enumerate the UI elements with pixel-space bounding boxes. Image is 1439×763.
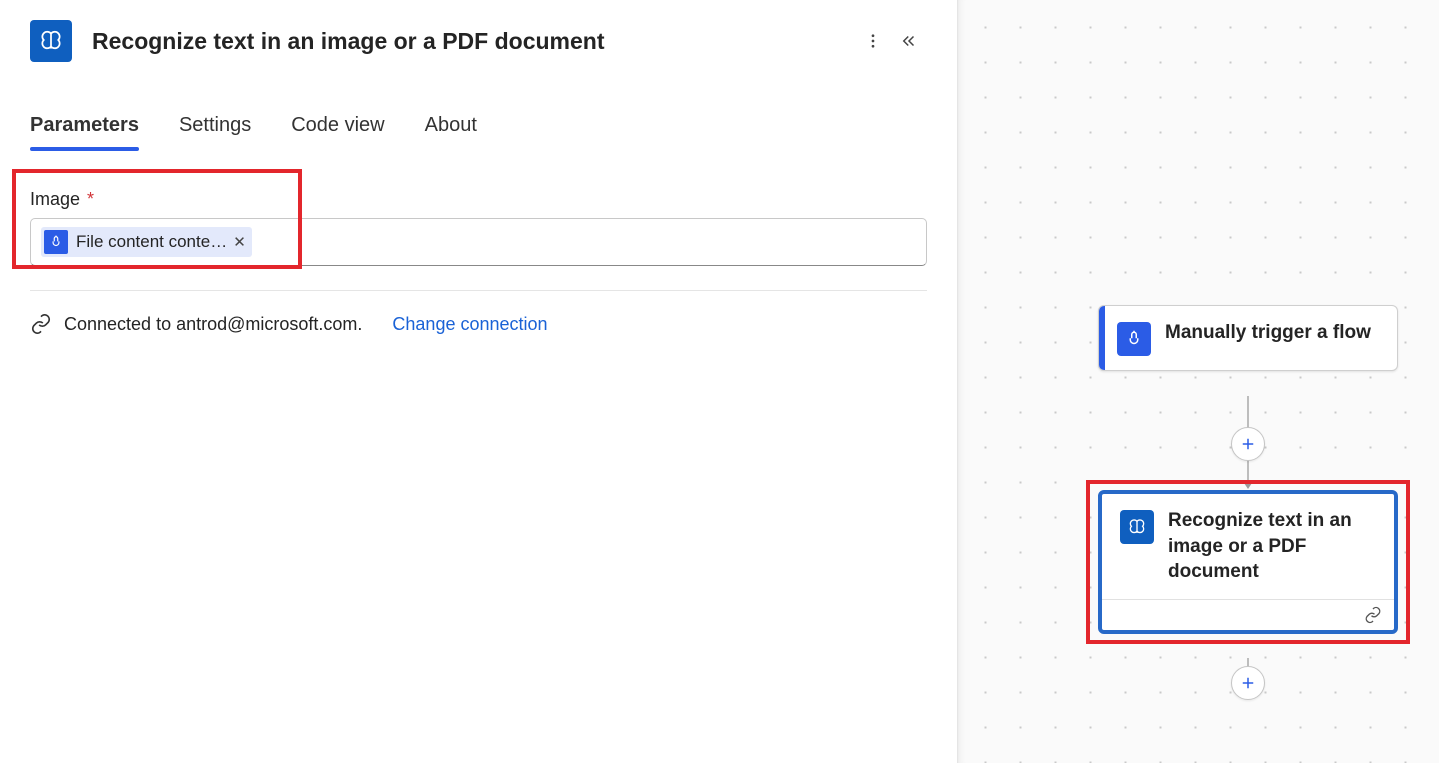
more-options-button[interactable] bbox=[855, 23, 891, 59]
add-step-button[interactable] bbox=[1231, 666, 1265, 700]
link-icon bbox=[30, 313, 52, 335]
change-connection-link[interactable]: Change connection bbox=[392, 314, 547, 335]
node-action[interactable]: Recognize text in an image or a PDF docu… bbox=[1098, 490, 1398, 634]
tab-settings[interactable]: Settings bbox=[179, 114, 251, 149]
token-remove-button[interactable]: ✕ bbox=[233, 233, 246, 251]
ai-builder-icon bbox=[1120, 510, 1154, 544]
touch-icon bbox=[1117, 322, 1151, 356]
plus-icon bbox=[1239, 435, 1257, 453]
action-config-panel: Recognize text in an image or a PDF docu… bbox=[0, 0, 958, 763]
panel-title: Recognize text in an image or a PDF docu… bbox=[92, 28, 855, 55]
flow-canvas[interactable]: Manually trigger a flow bbox=[958, 0, 1439, 763]
image-field-label: Image * bbox=[30, 189, 927, 210]
tab-about[interactable]: About bbox=[425, 114, 477, 149]
more-vertical-icon bbox=[864, 32, 882, 50]
node-action-label: Recognize text in an image or a PDF docu… bbox=[1168, 508, 1380, 585]
plus-icon bbox=[1239, 674, 1257, 692]
image-field-block: Image * File content conte… ✕ bbox=[30, 189, 927, 266]
arrowhead-icon bbox=[1242, 480, 1254, 489]
image-input[interactable]: File content conte… ✕ bbox=[30, 218, 927, 266]
panel-header: Recognize text in an image or a PDF docu… bbox=[30, 20, 927, 62]
node-accent bbox=[1099, 306, 1105, 370]
add-step-button[interactable] bbox=[1231, 427, 1265, 461]
image-field-label-text: Image bbox=[30, 189, 80, 209]
divider bbox=[30, 290, 927, 291]
chevron-double-left-icon bbox=[900, 32, 918, 50]
dynamic-content-token[interactable]: File content conte… ✕ bbox=[41, 227, 252, 257]
panel-tabs: Parameters Settings Code view About bbox=[30, 114, 927, 149]
required-indicator: * bbox=[87, 189, 94, 209]
touch-icon bbox=[44, 230, 68, 254]
connection-text: Connected to antrod@microsoft.com. bbox=[64, 314, 362, 335]
tab-parameters[interactable]: Parameters bbox=[30, 114, 139, 149]
node-trigger-label: Manually trigger a flow bbox=[1165, 320, 1371, 346]
ai-builder-icon bbox=[30, 20, 72, 62]
token-label: File content conte… bbox=[76, 232, 227, 252]
node-trigger[interactable]: Manually trigger a flow bbox=[1098, 305, 1398, 371]
tab-code-view[interactable]: Code view bbox=[291, 114, 384, 149]
connection-row: Connected to antrod@microsoft.com. Chang… bbox=[30, 313, 927, 335]
node-footer bbox=[1102, 599, 1394, 630]
link-icon bbox=[1364, 606, 1382, 624]
flow-edge bbox=[1247, 658, 1249, 666]
collapse-panel-button[interactable] bbox=[891, 23, 927, 59]
